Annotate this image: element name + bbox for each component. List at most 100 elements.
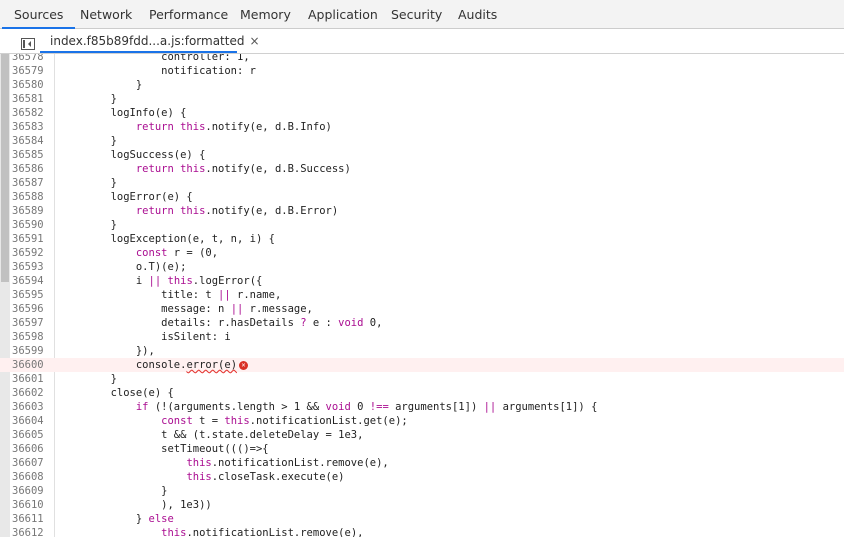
code-token: t && (t.state.deleteDelay = 1e3, <box>60 429 364 441</box>
code-line[interactable]: 36607 this.notificationList.remove(e), <box>0 456 844 470</box>
code-line[interactable]: 36579 notification: r <box>0 64 844 78</box>
close-icon[interactable]: × <box>249 29 259 53</box>
line-number[interactable]: 36600 <box>12 358 51 372</box>
line-number[interactable]: 36593 <box>12 260 51 274</box>
line-number[interactable]: 36585 <box>12 148 51 162</box>
code-token: } <box>60 219 117 231</box>
code-line[interactable]: 36585 logSuccess(e) { <box>0 148 844 162</box>
code-line[interactable]: 36612 this.notificationList.remove(e), <box>0 526 844 537</box>
code-line[interactable]: 36603 if (!(arguments.length > 1 && void… <box>0 400 844 414</box>
code-line[interactable]: 36604 const t = this.notificationList.ge… <box>0 414 844 428</box>
line-number[interactable]: 36595 <box>12 288 51 302</box>
line-number[interactable]: 36597 <box>12 316 51 330</box>
code-token: details: r.hasDetails <box>60 317 301 329</box>
line-number[interactable]: 36583 <box>12 120 51 134</box>
code-line[interactable]: 36580 } <box>0 78 844 92</box>
code-line[interactable]: 36587 } <box>0 176 844 190</box>
code-text: setTimeout((()=>{ <box>60 442 269 456</box>
line-number[interactable]: 36609 <box>12 484 51 498</box>
code-text: } <box>60 176 117 190</box>
sidebar-toggle-icon[interactable] <box>21 35 35 50</box>
code-line[interactable]: 36595 title: t || r.name, <box>0 288 844 302</box>
tab-performance[interactable]: Performance <box>149 0 228 28</box>
line-number[interactable]: 36607 <box>12 456 51 470</box>
line-number[interactable]: 36591 <box>12 232 51 246</box>
line-number[interactable]: 36611 <box>12 512 51 526</box>
code-line[interactable]: 36594 i || this.logError({ <box>0 274 844 288</box>
code-editor[interactable]: 36578 controller: 1, 36579 notification: … <box>0 54 844 537</box>
code-line[interactable]: 36583 return this.notify(e, d.B.Info) <box>0 120 844 134</box>
line-number[interactable]: 36601 <box>12 372 51 386</box>
tab-security[interactable]: Security <box>391 0 442 28</box>
code-token: r = (0, <box>167 247 219 259</box>
line-number[interactable]: 36598 <box>12 330 51 344</box>
code-token: title: t <box>60 289 219 301</box>
line-number[interactable]: 36605 <box>12 428 51 442</box>
tab-network[interactable]: Network <box>80 0 132 28</box>
line-number[interactable]: 36584 <box>12 134 51 148</box>
line-number[interactable]: 36588 <box>12 190 51 204</box>
code-line[interactable]: 36581 } <box>0 92 844 106</box>
code-keyword: this <box>186 457 212 469</box>
code-line[interactable]: 36591 logException(e, t, n, i) { <box>0 232 844 246</box>
code-line[interactable]: 36598 isSilent: i <box>0 330 844 344</box>
code-line[interactable]: 36608 this.closeTask.execute(e) <box>0 470 844 484</box>
code-line[interactable]: 36590 } <box>0 218 844 232</box>
line-number[interactable]: 36606 <box>12 442 51 456</box>
line-number[interactable]: 36589 <box>12 204 51 218</box>
line-number[interactable]: 36602 <box>12 386 51 400</box>
code-line[interactable]: 36597 details: r.hasDetails ? e : void 0… <box>0 316 844 330</box>
code-line[interactable]: 36605 t && (t.state.deleteDelay = 1e3, <box>0 428 844 442</box>
code-keyword: this <box>167 275 193 287</box>
line-number[interactable]: 36579 <box>12 64 51 78</box>
code-token: setTimeout((()=>{ <box>60 443 269 455</box>
line-number[interactable]: 36592 <box>12 246 51 260</box>
file-tab[interactable]: index.f85b89fdd...a.js:formatted × <box>40 29 270 53</box>
line-number[interactable]: 36580 <box>12 78 51 92</box>
code-line[interactable]: 36599 }), <box>0 344 844 358</box>
code-line[interactable]: 36582 logInfo(e) { <box>0 106 844 120</box>
line-number[interactable]: 36599 <box>12 344 51 358</box>
code-text: title: t || r.name, <box>60 288 281 302</box>
code-line[interactable]: 36593 o.T)(e); <box>0 260 844 274</box>
line-number[interactable]: 36612 <box>12 526 51 537</box>
line-number[interactable]: 36610 <box>12 498 51 512</box>
code-line[interactable]: 36610 ), 1e3)) <box>0 498 844 512</box>
code-line[interactable]: 36578 controller: 1, <box>0 54 844 64</box>
line-number[interactable]: 36586 <box>12 162 51 176</box>
tab-memory[interactable]: Memory <box>240 0 291 28</box>
code-line[interactable]: 36586 return this.notify(e, d.B.Success) <box>0 162 844 176</box>
code-line-error[interactable]: 36600 console.error(e) ✕ <box>0 358 844 372</box>
code-line[interactable]: 36606 setTimeout((()=>{ <box>0 442 844 456</box>
line-number[interactable]: 36578 <box>12 54 51 64</box>
code-line[interactable]: 36584 } <box>0 134 844 148</box>
code-line[interactable]: 36596 message: n || r.message, <box>0 302 844 316</box>
code-line[interactable]: 36609 } <box>0 484 844 498</box>
line-number[interactable]: 36582 <box>12 106 51 120</box>
error-circle-icon[interactable]: ✕ <box>239 360 249 370</box>
code-token: arguments[1]) { <box>496 401 598 413</box>
code-keyword: else <box>148 513 174 525</box>
tab-sources[interactable]: Sources <box>1 0 77 29</box>
code-keyword: this <box>186 471 212 483</box>
code-line[interactable]: 36588 logError(e) { <box>0 190 844 204</box>
line-number[interactable]: 36594 <box>12 274 51 288</box>
code-line[interactable]: 36592 const r = (0, <box>0 246 844 260</box>
line-number[interactable]: 36604 <box>12 414 51 428</box>
line-number[interactable]: 36603 <box>12 400 51 414</box>
tab-audits[interactable]: Audits <box>458 0 497 28</box>
code-line[interactable]: 36602 close(e) { <box>0 386 844 400</box>
code-line[interactable]: 36601 } <box>0 372 844 386</box>
line-number[interactable]: 36587 <box>12 176 51 190</box>
line-number[interactable]: 36596 <box>12 302 51 316</box>
line-number[interactable]: 36590 <box>12 218 51 232</box>
code-line[interactable]: 36611 } else <box>0 512 844 526</box>
line-number[interactable]: 36581 <box>12 92 51 106</box>
code-line[interactable]: 36589 return this.notify(e, d.B.Error) <box>0 204 844 218</box>
code-keyword: || <box>218 289 231 301</box>
code-token: .notificationList.remove(e), <box>186 527 364 537</box>
line-number[interactable]: 36608 <box>12 470 51 484</box>
tab-application[interactable]: Application <box>308 0 378 28</box>
